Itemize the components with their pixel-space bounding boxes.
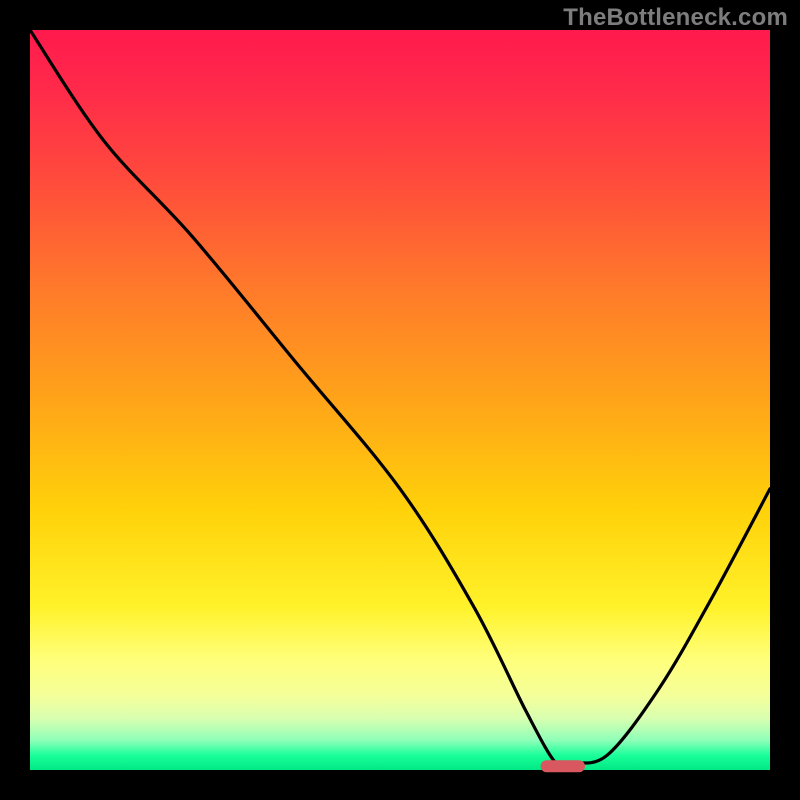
bottleneck-curve bbox=[30, 30, 770, 767]
optimal-marker-pill bbox=[541, 760, 585, 772]
chart-container: TheBottleneck.com bbox=[0, 0, 800, 800]
chart-svg bbox=[30, 30, 770, 770]
watermark-text: TheBottleneck.com bbox=[563, 4, 788, 32]
plot-area bbox=[30, 30, 770, 770]
